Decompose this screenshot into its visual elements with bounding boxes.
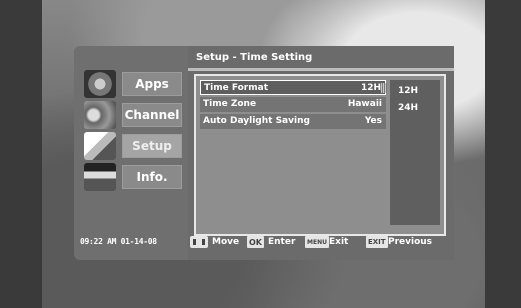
- setup-thumbnail-icon: [84, 132, 116, 160]
- tv-bezel-right: [485, 0, 521, 308]
- setting-value: Hawaii: [347, 99, 382, 109]
- info-thumbnail-icon: [84, 163, 116, 191]
- title-divider: [188, 68, 454, 71]
- sidebar-item-label: Apps: [122, 72, 182, 96]
- main-menu-sidebar: Apps Channel Setup Info. 09:22 AM 01-14-…: [74, 46, 188, 260]
- setting-label: Time Format: [204, 83, 268, 93]
- ok-key-icon: OK: [247, 236, 264, 248]
- setting-value: 12H: [360, 83, 381, 93]
- sidebar-item-label: Setup: [122, 134, 182, 158]
- sidebar-item-info[interactable]: Info.: [82, 163, 186, 191]
- time-format-options: 12H 24H: [390, 80, 440, 225]
- apps-thumbnail-icon: [84, 70, 116, 98]
- move-hint: Move: [212, 237, 240, 247]
- option-24h[interactable]: 24H: [398, 103, 418, 113]
- previous-hint: Previous: [388, 237, 433, 247]
- sidebar-item-label: Info.: [122, 165, 182, 189]
- dropdown-indicator-icon: [381, 83, 387, 93]
- settings-list: Time Format 12H Time Zone Hawaii Auto Da…: [194, 74, 446, 236]
- setting-label: Time Zone: [203, 99, 257, 109]
- auto-daylight-saving-row[interactable]: Auto Daylight Saving Yes: [200, 114, 386, 129]
- tv-bezel-left: [0, 0, 42, 308]
- date-time-display: 09:22 AM 01-14-08: [80, 237, 157, 246]
- key-help-bar: Move OK Enter MENU Exit EXIT Previous: [188, 232, 454, 254]
- exit-hint: Exit: [329, 237, 349, 247]
- sidebar-item-setup[interactable]: Setup: [82, 132, 186, 160]
- time-setting-panel: Setup - Time Setting Time Format 12H Tim…: [188, 46, 454, 260]
- sidebar-item-channel[interactable]: Channel: [82, 101, 186, 129]
- sidebar-item-label: Channel: [122, 103, 182, 127]
- option-12h[interactable]: 12H: [398, 86, 418, 96]
- exit-key-icon: EXIT: [366, 236, 388, 248]
- time-zone-row[interactable]: Time Zone Hawaii: [200, 97, 386, 112]
- menu-key-icon: MENU: [305, 236, 329, 248]
- panel-title: Setup - Time Setting: [196, 52, 313, 63]
- time-format-row[interactable]: Time Format 12H: [200, 80, 387, 95]
- arrow-keys-icon: [190, 236, 208, 248]
- enter-hint: Enter: [268, 237, 296, 247]
- sidebar-item-apps[interactable]: Apps: [82, 70, 186, 98]
- channel-thumbnail-icon: [84, 101, 116, 129]
- setting-label: Auto Daylight Saving: [203, 116, 310, 126]
- setting-value: Yes: [364, 116, 382, 126]
